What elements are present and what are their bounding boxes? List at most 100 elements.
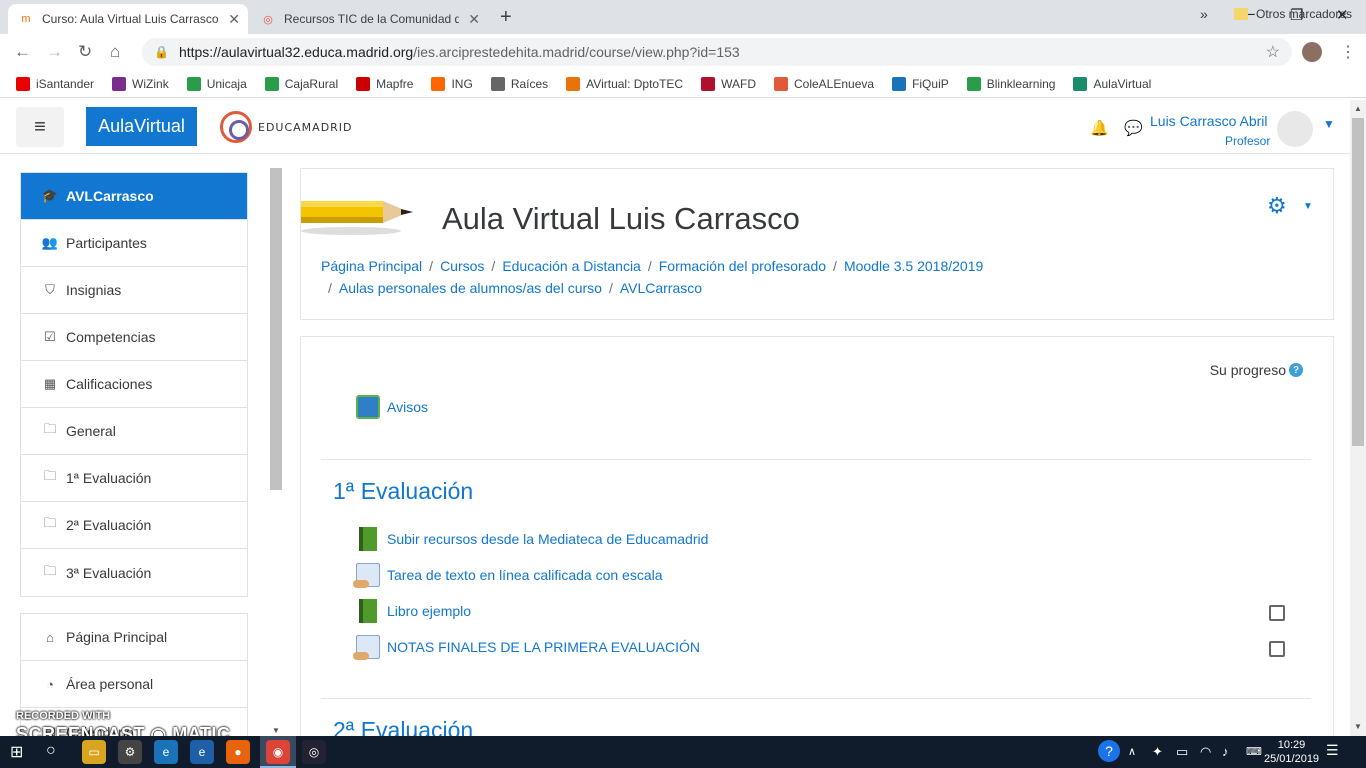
windows-taskbar: ⊞ ○ ▭ ⚙ e e ● ◉ ◎ ? ∧ ✦ ▭ ◠ ♪ ⌨ 10:29 25… (0, 736, 1366, 768)
educamadrid-logo[interactable]: EDUCAMADRID (220, 111, 353, 143)
activity-link[interactable]: NOTAS FINALES DE LA PRIMERA EVALUACIÓN (387, 639, 700, 655)
wifi-icon[interactable]: ◠ (1200, 744, 1211, 760)
activity-link[interactable]: Avisos (387, 399, 428, 415)
breadcrumb-link[interactable]: Moodle 3.5 2018/2019 (844, 258, 983, 274)
back-icon[interactable]: ← (14, 42, 31, 62)
address-bar[interactable]: 🔒 https://aulavirtual32.educa.madrid.org… (142, 38, 1292, 66)
windows-start-icon[interactable]: ⊞ (10, 742, 23, 762)
sidebar-item-p-gina-principal[interactable]: ⌂ Página Principal (21, 614, 247, 661)
activity-item[interactable]: Subir recursos desde la Mediateca de Edu… (356, 527, 708, 551)
firefox-icon[interactable]: ● (226, 740, 250, 764)
page-scrollbar-thumb[interactable] (1352, 118, 1364, 446)
new-tab-button[interactable]: + (500, 6, 512, 29)
sidebar-item--rea-personal[interactable]: ◔ Área personal (21, 661, 247, 708)
other-bookmarks[interactable]: Otros marcadores (1234, 7, 1352, 21)
home-icon[interactable]: ⌂ (110, 42, 120, 62)
settings-app-icon[interactable]: ⚙ (118, 740, 142, 764)
sidebar-item-1-evaluaci-n[interactable]: 🗀 1ª Evaluación (21, 455, 247, 502)
settings-gear-icon[interactable]: ⚙ (1267, 193, 1287, 219)
volume-icon[interactable]: ♪ (1222, 744, 1229, 759)
bookmark-item[interactable]: Mapfre (356, 76, 413, 91)
notifications-bell-icon[interactable]: 🔔 (1090, 119, 1109, 137)
browser-menu-icon[interactable]: ⋮ (1340, 42, 1356, 62)
forward-icon[interactable]: → (46, 42, 63, 62)
ie-icon[interactable]: e (190, 740, 214, 764)
tray-expand-icon[interactable]: ∧ (1128, 745, 1136, 758)
sidebar-item-2-evaluaci-n[interactable]: 🗀 2ª Evaluación (21, 502, 247, 549)
completion-checkbox[interactable] (1269, 605, 1285, 621)
bookmark-item[interactable]: AulaVirtual (1073, 76, 1151, 91)
sidebar-item-competencias[interactable]: ☑ Competencias (21, 314, 247, 361)
edge-icon[interactable]: e (154, 740, 178, 764)
completion-checkbox[interactable] (1269, 641, 1285, 657)
breadcrumb-link[interactable]: Cursos (440, 258, 484, 274)
activity-link[interactable]: Tarea de texto en línea calificada con e… (387, 567, 663, 583)
bookmark-item[interactable]: CajaRural (264, 76, 338, 91)
sidebar-item-calificaciones[interactable]: ▦ Calificaciones (21, 361, 247, 408)
close-tab-icon[interactable]: ✕ (228, 11, 240, 28)
file-explorer-icon[interactable]: ▭ (82, 740, 106, 764)
bookmark-item[interactable]: Blinklearning (966, 76, 1055, 91)
profile-avatar[interactable] (1302, 42, 1322, 62)
breadcrumb-link[interactable]: AVLCarrasco (620, 280, 702, 296)
activity-item[interactable]: Libro ejemplo (356, 599, 471, 623)
reload-icon[interactable]: ↻ (78, 42, 92, 62)
activity-link[interactable]: Libro ejemplo (387, 603, 471, 619)
user-name[interactable]: Luis Carrasco Abril (1150, 113, 1268, 129)
ime-icon[interactable]: ⌨ (1246, 745, 1262, 758)
browser-tab[interactable]: ◎ Recursos TIC de la Comunidad d ✕ (250, 4, 488, 34)
sidebar-item-3-evaluaci-n[interactable]: 🗀 3ª Evaluación (21, 549, 247, 596)
help-tray-icon[interactable]: ? (1098, 740, 1120, 762)
sidebar-item-participantes[interactable]: 👥 Participantes (21, 220, 247, 267)
activity-item[interactable]: NOTAS FINALES DE LA PRIMERA EVALUACIÓN (353, 635, 700, 660)
drawer-scrollbar[interactable]: ▼ (268, 156, 284, 736)
scroll-down-arrow-icon[interactable]: ▼ (1354, 722, 1362, 731)
navigation-drawer: 🎓 AVLCarrasco 👥 Participantes ⛉ Insignias ☑ Com… (20, 172, 248, 756)
screencast-icon[interactable]: ◎ (302, 740, 326, 764)
page-scrollbar[interactable]: ▲ ▼ (1350, 100, 1366, 736)
sidebar-item-avlcarrasco[interactable]: 🎓 AVLCarrasco (21, 173, 247, 220)
bookmark-item[interactable]: iSantander (16, 76, 94, 91)
settings-caret-icon[interactable]: ▼ (1303, 201, 1313, 212)
close-tab-icon[interactable]: ✕ (468, 11, 480, 28)
search-icon[interactable]: ○ (46, 742, 56, 760)
user-avatar[interactable] (1277, 111, 1313, 147)
help-icon[interactable]: ? (1289, 363, 1303, 377)
bookmark-item[interactable]: Raíces (490, 76, 548, 91)
messages-icon[interactable]: 💬 (1124, 119, 1143, 137)
scroll-up-arrow-icon[interactable]: ▲ (1354, 104, 1362, 113)
bookmark-item[interactable]: AVirtual: DptoTEC (566, 76, 683, 91)
bookmark-item[interactable]: WiZink (112, 76, 169, 91)
browser-tab-active[interactable]: m Curso: Aula Virtual Luis Carrasco ✕ (8, 4, 248, 34)
battery-icon[interactable]: ▭ (1176, 744, 1188, 760)
hamburger-icon: ≡ (34, 115, 46, 138)
menu-toggle-button[interactable]: ≡ (16, 107, 64, 147)
bookmark-star-icon[interactable]: ☆ (1266, 42, 1280, 62)
section-title[interactable]: 1ª Evaluación (333, 478, 473, 505)
drawer-scrollbar-thumb[interactable] (270, 168, 282, 490)
dropbox-icon[interactable]: ✦ (1152, 744, 1163, 760)
notifications-icon[interactable]: ☰ (1326, 742, 1339, 759)
site-brand-button[interactable]: AulaVirtual (86, 107, 197, 146)
breadcrumb-link[interactable]: Formación del profesorado (659, 258, 826, 274)
activity-link[interactable]: Subir recursos desde la Mediateca de Edu… (387, 531, 708, 547)
sidebar-item-general[interactable]: 🗀 General (21, 408, 247, 455)
bookmark-item[interactable]: FiQuiP (892, 76, 949, 91)
bookmark-item[interactable]: ColeALEnueva (774, 76, 874, 91)
bookmarks-overflow-icon[interactable]: » (1200, 6, 1208, 22)
activity-item[interactable]: Tarea de texto en línea calificada con e… (353, 563, 663, 588)
activity-avisos[interactable]: Avisos (356, 395, 428, 419)
bookmark-item[interactable]: WAFD (701, 76, 756, 91)
assignment-icon (353, 635, 380, 660)
sidebar-item-insignias[interactable]: ⛉ Insignias (21, 267, 247, 314)
chrome-icon[interactable]: ◉ (266, 740, 290, 764)
user-menu-caret-icon[interactable]: ▼ (1323, 117, 1335, 131)
taskbar-clock[interactable]: 10:29 25/01/2019 (1264, 738, 1319, 766)
breadcrumb-link[interactable]: Educación a Distancia (502, 258, 641, 274)
breadcrumb-link[interactable]: Página Principal (321, 258, 422, 274)
bookmark-item[interactable]: Unicaja (186, 76, 247, 91)
breadcrumb-link[interactable]: Aulas personales de alumnos/as del curso (339, 280, 602, 296)
bookmark-item[interactable]: ING (431, 76, 473, 91)
scroll-down-arrow-icon[interactable]: ▼ (272, 726, 280, 735)
folder-icon (1234, 8, 1248, 20)
